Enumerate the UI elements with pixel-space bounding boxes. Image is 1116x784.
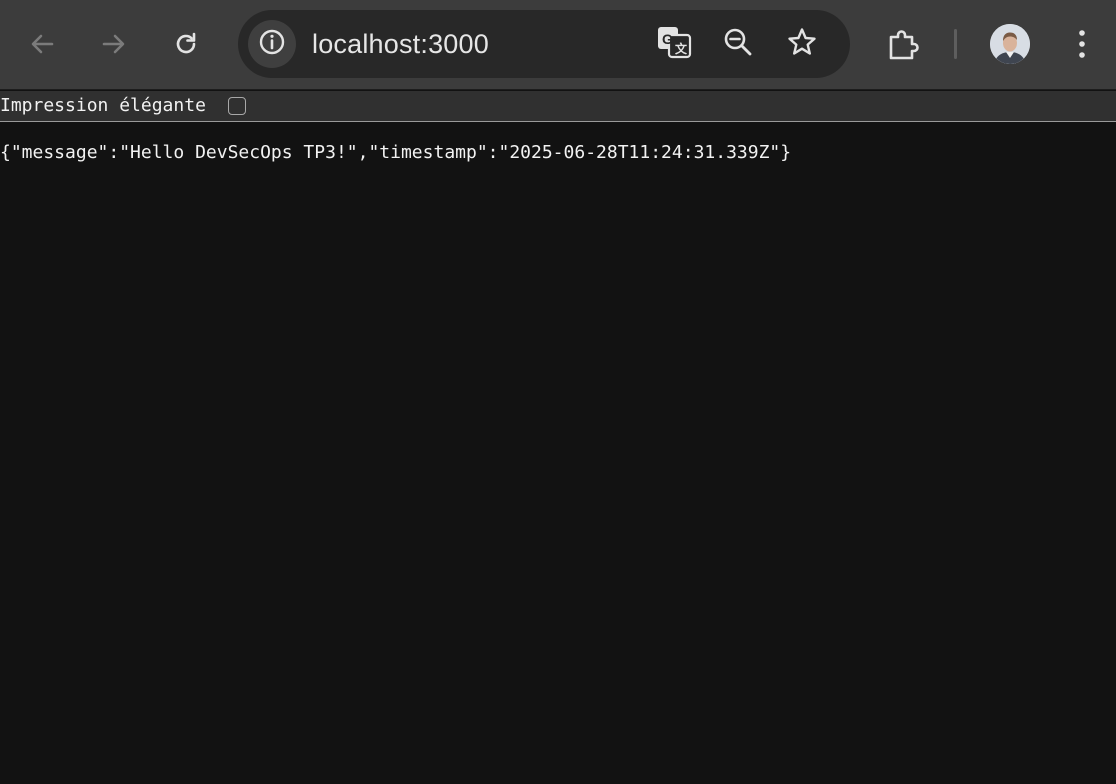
arrow-right-icon xyxy=(100,30,128,58)
site-info-button[interactable] xyxy=(248,20,296,68)
profile-avatar[interactable] xyxy=(990,24,1030,64)
kebab-menu-icon xyxy=(1077,28,1087,60)
pretty-print-label: Impression élégante xyxy=(0,95,206,116)
reload-icon xyxy=(172,30,200,58)
json-response-text: {"message":"Hello DevSecOps TP3!","times… xyxy=(0,142,792,163)
forward-button[interactable] xyxy=(90,20,138,68)
browser-toolbar: localhost:3000 G 文 xyxy=(0,0,1116,90)
svg-text:文: 文 xyxy=(675,41,688,56)
pretty-print-bar: Impression élégante xyxy=(0,91,1116,122)
star-icon xyxy=(786,26,818,63)
bookmark-button[interactable] xyxy=(782,26,822,62)
arrow-left-icon xyxy=(28,30,56,58)
zoom-out-icon xyxy=(722,26,754,63)
translate-icon: G 文 xyxy=(656,25,692,64)
pretty-print-checkbox[interactable] xyxy=(228,97,246,115)
extensions-button[interactable] xyxy=(879,20,927,68)
translate-button[interactable]: G 文 xyxy=(654,26,694,62)
puzzle-icon xyxy=(885,26,921,62)
address-bar[interactable]: localhost:3000 G 文 xyxy=(238,10,850,78)
back-button[interactable] xyxy=(18,20,66,68)
toolbar-divider xyxy=(954,29,957,59)
zoom-button[interactable] xyxy=(718,26,758,62)
reload-button[interactable] xyxy=(162,20,210,68)
svg-text:G: G xyxy=(662,31,673,47)
browser-menu-button[interactable] xyxy=(1058,20,1106,68)
info-icon xyxy=(258,28,286,61)
url-text[interactable]: localhost:3000 xyxy=(312,27,489,61)
